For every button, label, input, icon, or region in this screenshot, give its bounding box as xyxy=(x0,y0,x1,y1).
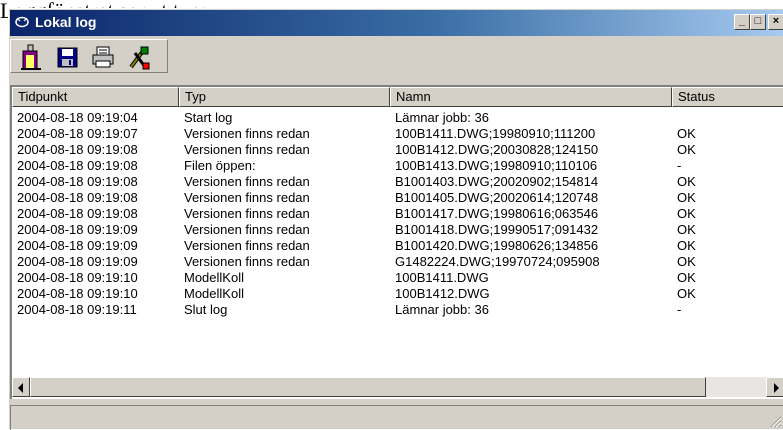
table-row[interactable]: 2004-08-18 09:19:08 Versionen finns redan… xyxy=(12,174,782,190)
maximize-icon: □ xyxy=(754,15,762,27)
table-row[interactable]: 2004-08-18 09:19:09 Versionen finns redan… xyxy=(12,222,782,238)
cell-typ: Versionen finns redan xyxy=(184,126,310,141)
cell-namn: Lämnar jobb: 36 xyxy=(395,110,489,125)
cell-namn: 100B1412.DWG xyxy=(395,286,490,301)
arrow-left-icon xyxy=(18,383,23,393)
cell-namn: 100B1411.DWG;19980910;111200 xyxy=(395,126,596,141)
cell-tidpunkt: 2004-08-18 09:19:09 xyxy=(17,238,138,253)
toolbar xyxy=(10,39,168,73)
close-button[interactable]: × xyxy=(768,14,783,30)
minimize-button[interactable]: _ xyxy=(734,14,750,30)
cell-status: - xyxy=(677,158,682,173)
cell-namn: B1001405.DWG;20020614;120748 xyxy=(395,190,599,205)
table-row[interactable]: 2004-08-18 09:19:10 ModellKoll 100B1412.DW… xyxy=(12,286,782,302)
cell-status: OK xyxy=(677,222,696,237)
table-row[interactable]: 2004-08-18 09:19:09 Versionen finns redan… xyxy=(12,254,782,270)
cell-typ: ModellKoll xyxy=(184,286,244,301)
close-icon: × xyxy=(772,15,780,27)
cell-typ: Filen öppen: xyxy=(184,158,256,173)
table-row[interactable]: 2004-08-18 09:19:07 Versionen finns redan… xyxy=(12,126,782,142)
list-header: Tidpunkt Typ Namn Status xyxy=(12,87,783,107)
table-row[interactable]: 2004-08-18 09:19:11 Slut log Lämnar jobb: … xyxy=(12,302,782,318)
cell-status: OK xyxy=(677,190,696,205)
cell-namn: 100B1413.DWG;19980910;110106 xyxy=(395,158,598,173)
cell-namn: G1482224.DWG;19970724;095908 xyxy=(395,254,600,269)
cell-tidpunkt: 2004-08-18 09:19:04 xyxy=(17,110,138,125)
cell-typ: Versionen finns redan xyxy=(184,206,310,221)
log-window: Lokal log _ □ × Tidpunkt Typ Namn Status… xyxy=(8,8,783,430)
cell-status: OK xyxy=(677,254,696,269)
cell-status: OK xyxy=(677,270,696,285)
scroll-thumb[interactable] xyxy=(30,377,706,397)
column-header-namn[interactable]: Namn xyxy=(390,87,672,107)
print-icon xyxy=(92,46,114,68)
exit-button[interactable] xyxy=(17,43,47,71)
cell-typ: Versionen finns redan xyxy=(184,222,310,237)
cell-status: OK xyxy=(677,206,696,221)
cell-tidpunkt: 2004-08-18 09:19:08 xyxy=(17,190,138,205)
table-row[interactable]: 2004-08-18 09:19:08 Filen öppen: 100B1413.… xyxy=(12,158,782,174)
table-row[interactable]: 2004-08-18 09:19:10 ModellKoll 100B1411.DW… xyxy=(12,270,782,286)
cell-namn: B1001403.DWG;20020902;154814 xyxy=(395,174,599,189)
cell-status: OK xyxy=(677,174,696,189)
settings-tools-button[interactable] xyxy=(125,43,155,71)
cell-tidpunkt: 2004-08-18 09:19:09 xyxy=(17,222,138,237)
minimize-icon: _ xyxy=(738,15,746,27)
cell-namn: B1001418.DWG;19990517;091432 xyxy=(395,222,599,237)
app-icon xyxy=(15,16,29,28)
table-row[interactable]: 2004-08-18 09:19:08 Versionen finns redan… xyxy=(12,142,782,158)
cell-status: OK xyxy=(677,238,696,253)
cell-tidpunkt: 2004-08-18 09:19:10 xyxy=(17,286,138,301)
cell-tidpunkt: 2004-08-18 09:19:10 xyxy=(17,270,138,285)
cell-tidpunkt: 2004-08-18 09:19:08 xyxy=(17,158,138,173)
title-bar[interactable]: Lokal log _ □ × xyxy=(10,10,783,36)
cell-status: OK xyxy=(677,142,696,157)
cell-typ: Versionen finns redan xyxy=(184,190,310,205)
log-list[interactable]: Tidpunkt Typ Namn Status 2004-08-18 09:1… xyxy=(10,85,783,399)
cell-typ: Versionen finns redan xyxy=(184,142,310,157)
column-header-tidpunkt[interactable]: Tidpunkt xyxy=(12,87,179,107)
cell-namn: 100B1411.DWG xyxy=(395,270,489,285)
window-title: Lokal log xyxy=(35,14,97,30)
scroll-left-button[interactable] xyxy=(12,377,30,397)
cell-status: - xyxy=(677,302,682,317)
cell-tidpunkt: 2004-08-18 09:19:07 xyxy=(17,126,138,141)
cell-typ: Versionen finns redan xyxy=(184,174,310,189)
cell-typ: Versionen finns redan xyxy=(184,254,310,269)
cell-tidpunkt: 2004-08-18 09:19:08 xyxy=(17,142,138,157)
cell-namn: B1001417.DWG;19980616;063546 xyxy=(395,206,599,221)
save-button[interactable] xyxy=(53,43,83,71)
arrow-right-icon xyxy=(774,383,779,393)
exit-icon xyxy=(21,44,41,70)
cell-typ: ModellKoll xyxy=(184,270,244,285)
settings-tools-icon xyxy=(129,46,150,70)
cell-namn: Lämnar jobb: 36 xyxy=(395,302,489,317)
cell-status: OK xyxy=(677,286,696,301)
cell-typ: Slut log xyxy=(184,302,228,317)
table-row[interactable]: 2004-08-18 09:19:09 Versionen finns redan… xyxy=(12,238,782,254)
column-header-typ[interactable]: Typ xyxy=(179,87,390,107)
cell-tidpunkt: 2004-08-18 09:19:11 xyxy=(17,302,137,317)
cell-typ: Versionen finns redan xyxy=(184,238,310,253)
horizontal-scrollbar[interactable] xyxy=(12,377,783,397)
cell-tidpunkt: 2004-08-18 09:19:09 xyxy=(17,254,138,269)
cell-typ: Start log xyxy=(184,110,233,125)
maximize-button[interactable]: □ xyxy=(750,14,766,30)
cell-tidpunkt: 2004-08-18 09:19:08 xyxy=(17,174,138,189)
column-header-status[interactable]: Status xyxy=(672,87,783,107)
cell-status: OK xyxy=(677,126,696,141)
cell-namn: 100B1412.DWG;20030828;124150 xyxy=(395,142,599,157)
table-row[interactable]: 2004-08-18 09:19:04 Start log Lämnar jobb:… xyxy=(12,110,782,126)
scroll-right-button[interactable] xyxy=(766,377,783,397)
cell-tidpunkt: 2004-08-18 09:19:08 xyxy=(17,206,138,221)
table-row[interactable]: 2004-08-18 09:19:08 Versionen finns redan… xyxy=(12,190,782,206)
save-icon xyxy=(57,47,78,68)
cell-namn: B1001420.DWG;19980626;134856 xyxy=(395,238,599,253)
resize-grip-icon[interactable] xyxy=(768,414,782,428)
status-bar xyxy=(10,405,783,430)
print-button[interactable] xyxy=(89,43,119,71)
table-row[interactable]: 2004-08-18 09:19:08 Versionen finns redan… xyxy=(12,206,782,222)
